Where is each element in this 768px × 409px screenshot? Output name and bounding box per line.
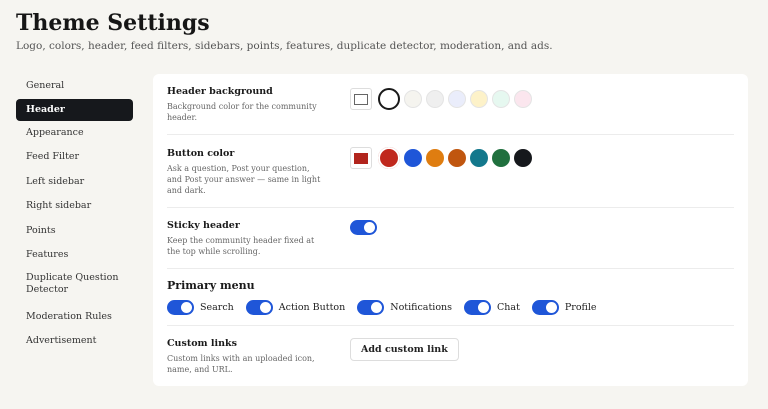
swatch-dark-orange[interactable] <box>448 149 466 167</box>
sticky-header-description: Keep the community header fixed at the t… <box>167 236 315 256</box>
page-title: Theme Settings <box>16 10 210 36</box>
button-color-swatches <box>350 147 532 169</box>
notifications-toggle-label: Notifications <box>390 302 453 313</box>
sticky-header-toggle[interactable] <box>350 220 377 235</box>
sidebar-item-feed-filter[interactable]: Feed Filter <box>16 145 133 170</box>
button-color-description: Ask a question, Post your question, and … <box>167 164 321 195</box>
profile-toggle[interactable] <box>531 300 559 315</box>
search-toggle-label: Search <box>200 302 234 313</box>
custom-links-description: Custom links with an uploaded icon, name… <box>167 354 315 374</box>
menu-item-notifications: Notifications <box>357 300 452 315</box>
add-custom-link-button[interactable]: Add custom link <box>350 338 459 361</box>
divider <box>167 134 734 135</box>
swatch-green[interactable] <box>492 149 510 167</box>
sidebar-item-points[interactable]: Points <box>16 219 133 244</box>
header-background-row: Header background Background color for t… <box>167 86 734 123</box>
search-toggle[interactable] <box>167 300 194 315</box>
swatch-teal[interactable] <box>470 149 488 167</box>
button-color-row: Button color Ask a question, Post your q… <box>167 147 734 196</box>
sidebar-item-moderation-rules[interactable]: Moderation Rules <box>16 305 133 330</box>
sidebar-item-duplicate-question-detector[interactable]: Duplicate Question Detector <box>16 268 133 305</box>
sidebar-item-features[interactable]: Features <box>16 243 133 268</box>
swatch-light-blue[interactable] <box>448 90 466 108</box>
divider <box>167 207 734 208</box>
primary-menu-heading: Primary menu <box>167 279 255 292</box>
swatch-blue[interactable] <box>404 149 422 167</box>
menu-item-action-button: Action Button <box>245 300 346 315</box>
menu-item-chat: Chat <box>464 300 520 315</box>
swatch-black[interactable] <box>514 149 532 167</box>
swatch-mint[interactable] <box>492 90 510 108</box>
header-background-description: Background color for the community heade… <box>167 102 317 122</box>
header-background-swatches <box>350 88 532 110</box>
profile-toggle-label: Profile <box>564 302 597 313</box>
sidebar-item-header[interactable]: Header <box>16 98 133 121</box>
menu-item-search: Search <box>167 300 234 315</box>
swatch-orange[interactable] <box>426 149 444 167</box>
sidebar-item-advertisement[interactable]: Advertisement <box>16 329 133 354</box>
settings-card: Header background Background color for t… <box>153 74 748 386</box>
sidebar-item-general[interactable]: General <box>16 74 133 99</box>
notifications-toggle[interactable] <box>357 300 385 315</box>
swatch-light-gray[interactable] <box>426 90 444 108</box>
sticky-header-title: Sticky header <box>167 220 240 231</box>
swatch-white[interactable] <box>378 88 400 110</box>
header-background-color-picker[interactable] <box>350 88 372 110</box>
sidebar-item-appearance[interactable]: Appearance <box>16 121 133 146</box>
menu-item-profile: Profile <box>531 300 597 315</box>
page-subtitle: Logo, colors, header, feed filters, side… <box>16 40 553 52</box>
sticky-header-control <box>350 220 377 235</box>
swatch-cream[interactable] <box>404 90 422 108</box>
chat-toggle-label: Chat <box>497 302 520 313</box>
settings-sidebar: General Header Appearance Feed Filter Le… <box>16 74 133 354</box>
divider <box>167 268 734 269</box>
chat-toggle[interactable] <box>464 300 492 315</box>
swatch-light-yellow[interactable] <box>470 90 488 108</box>
sticky-header-row: Sticky header Keep the community header … <box>167 220 734 257</box>
button-color-picker[interactable] <box>350 147 372 169</box>
sidebar-item-left-sidebar[interactable]: Left sidebar <box>16 170 133 195</box>
swatch-light-pink[interactable] <box>514 90 532 108</box>
sidebar-item-right-sidebar[interactable]: Right sidebar <box>16 194 133 219</box>
divider <box>167 325 734 326</box>
action-button-toggle[interactable] <box>245 300 273 315</box>
primary-menu-toggles: Search Action Button Notifications Chat … <box>167 300 609 315</box>
action-button-toggle-label: Action Button <box>278 302 346 313</box>
swatch-red[interactable] <box>378 147 400 169</box>
